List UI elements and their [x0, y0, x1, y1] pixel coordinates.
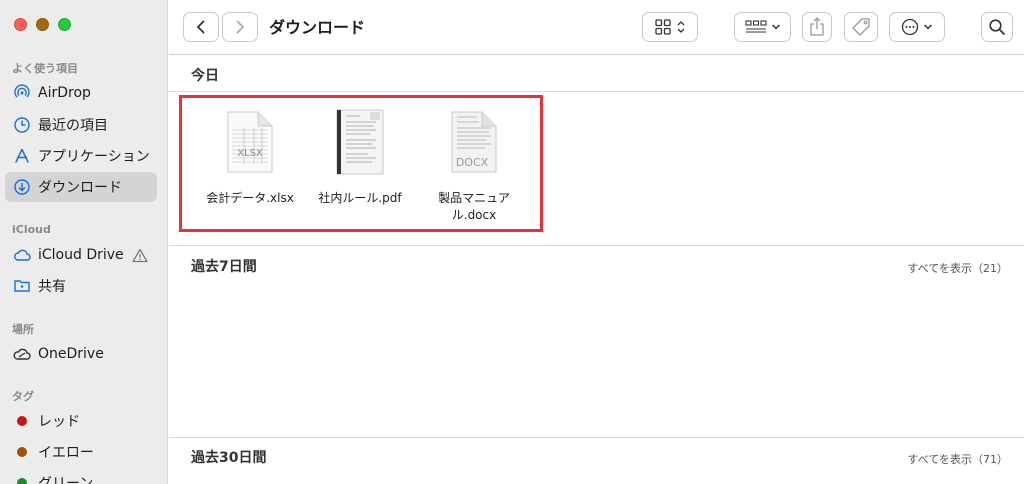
- section-title-7days: 過去7日間: [191, 259, 257, 275]
- sidebar-item-label: ダウンロード: [38, 180, 122, 196]
- file-item-xlsx[interactable]: XLSX 会計データ.xlsx: [195, 108, 305, 207]
- green-tag-icon: [17, 478, 27, 484]
- search-button[interactable]: [981, 12, 1013, 42]
- zoom-window-button[interactable]: [58, 18, 71, 31]
- pdf-file-icon: [334, 108, 386, 176]
- file-item-docx[interactable]: DOCX 製品マニュアル.docx: [419, 108, 529, 224]
- updown-chevron-icon: [677, 21, 685, 33]
- sidebar-item-recents[interactable]: 最近の項目: [5, 110, 157, 140]
- clock-icon: [13, 116, 31, 134]
- chevron-down-icon: [923, 24, 933, 30]
- sidebar-heading-tags: タグ: [12, 390, 34, 403]
- sidebar-item-label: イエロー: [38, 445, 94, 461]
- sidebar-item-airdrop[interactable]: AirDrop: [5, 78, 157, 108]
- shared-folder-icon: [13, 277, 31, 295]
- onedrive-icon: [13, 345, 31, 363]
- section-divider: [169, 91, 1024, 92]
- airdrop-icon: [13, 84, 31, 102]
- action-menu-button[interactable]: [889, 12, 945, 42]
- section-divider: [169, 437, 1024, 438]
- toolbar: ダウンロード: [169, 0, 1024, 55]
- file-name: 社内ルール.pdf: [318, 191, 402, 205]
- sidebar-item-tag-yellow[interactable]: イエロー: [5, 437, 157, 467]
- sidebar-item-label: iCloud Drive: [38, 247, 124, 263]
- group-by-button[interactable]: [734, 12, 791, 42]
- forward-button[interactable]: [222, 12, 258, 42]
- download-icon: [13, 178, 31, 196]
- close-window-button[interactable]: [14, 18, 27, 31]
- applications-icon: [13, 147, 31, 165]
- tag-icon: [852, 18, 870, 36]
- sidebar-item-label: OneDrive: [38, 346, 104, 362]
- document-file-icon: DOCX: [448, 108, 500, 176]
- sidebar-item-shared[interactable]: 共有: [5, 271, 157, 301]
- tag-button[interactable]: [844, 12, 878, 42]
- share-button[interactable]: [802, 12, 832, 42]
- red-tag-icon: [17, 416, 27, 426]
- chevron-down-icon: [771, 24, 780, 30]
- sidebar-heading-favorites: よく使う項目: [12, 62, 78, 75]
- file-name: 製品マニュアル.docx: [438, 191, 510, 222]
- section-title-30days: 過去30日間: [191, 450, 267, 466]
- file-item-pdf[interactable]: 社内ルール.pdf: [305, 108, 415, 207]
- warning-icon[interactable]: [132, 248, 148, 263]
- sidebar-item-label: AirDrop: [38, 85, 91, 101]
- grid-view-icon: [655, 19, 671, 35]
- sidebar-item-label: レッド: [38, 414, 80, 430]
- sidebar-item-tag-green[interactable]: グリーン: [5, 468, 157, 484]
- sidebar-heading-locations: 場所: [12, 323, 34, 336]
- ellipsis-circle-icon: [901, 18, 919, 36]
- yellow-tag-icon: [17, 447, 27, 457]
- show-all-30days-link[interactable]: すべてを表示（71）: [907, 451, 1008, 467]
- section-divider: [169, 245, 1024, 246]
- file-name: 会計データ.xlsx: [206, 191, 294, 205]
- sidebar-item-label: 最近の項目: [38, 118, 108, 134]
- window-title: ダウンロード: [269, 18, 366, 37]
- sidebar-item-applications[interactable]: アプリケーション: [5, 141, 157, 171]
- minimize-window-button[interactable]: [36, 18, 49, 31]
- chevron-right-icon: [236, 20, 245, 34]
- section-title-today: 今日: [191, 68, 219, 84]
- cloud-icon: [13, 246, 31, 264]
- thumb-label: XLSX: [237, 148, 263, 159]
- sidebar-item-label: アプリケーション: [38, 149, 150, 165]
- group-grid-icon: [744, 20, 767, 33]
- chevron-left-icon: [196, 20, 205, 34]
- search-icon: [989, 19, 1005, 35]
- spreadsheet-file-icon: XLSX: [224, 108, 276, 176]
- sidebar: よく使う項目 AirDrop 最近の項目 アプリケーション ダウンロード iCl…: [0, 0, 168, 484]
- back-button[interactable]: [183, 12, 219, 42]
- show-all-7days-link[interactable]: すべてを表示（21）: [907, 260, 1008, 276]
- file-browser: 今日 XLSX 会計データ.xlsx 社内ルール.pdf DOCX 製品マニュア…: [169, 56, 1024, 484]
- sidebar-item-downloads[interactable]: ダウンロード: [5, 172, 157, 202]
- sidebar-item-onedrive[interactable]: OneDrive: [5, 339, 157, 369]
- window-controls: [14, 18, 71, 31]
- sidebar-item-tag-red[interactable]: レッド: [5, 406, 157, 436]
- view-mode-button[interactable]: [642, 12, 698, 42]
- share-icon: [810, 17, 824, 36]
- sidebar-heading-icloud: iCloud: [12, 223, 51, 236]
- sidebar-item-label: 共有: [38, 279, 66, 295]
- sidebar-item-label: グリーン: [38, 476, 94, 484]
- thumb-label: DOCX: [456, 156, 489, 169]
- sidebar-item-icloud-drive[interactable]: iCloud Drive: [5, 240, 157, 270]
